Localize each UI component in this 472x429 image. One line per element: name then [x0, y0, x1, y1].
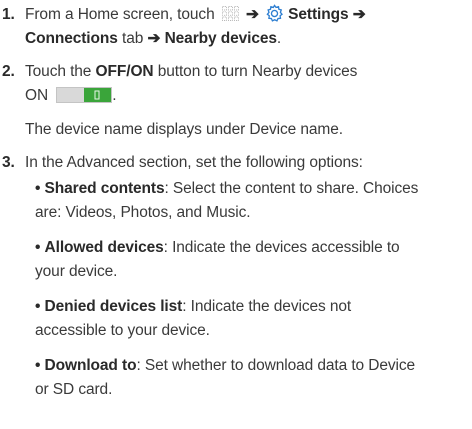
bullet-icon: •: [35, 239, 41, 256]
nearby-devices-label: Nearby devices: [164, 30, 277, 47]
option-download-to: • Download to: Set whether to download d…: [35, 354, 472, 402]
off-on-label: OFF/ON: [95, 63, 154, 80]
option-desc: : Select the content to share. Choices: [164, 180, 419, 197]
option-desc: : Set whether to download data to Device: [136, 357, 416, 374]
arrow-icon: ➔: [246, 6, 259, 23]
step-text: From a Home screen, touch: [25, 6, 215, 23]
period: .: [276, 30, 282, 47]
step-text: In the Advanced section, set the followi…: [25, 154, 363, 171]
option-denied-devices-list: • Denied devices list: Indicate the devi…: [35, 295, 472, 343]
option-desc: : Indicate the devices not: [182, 298, 352, 315]
step-number: 3.: [2, 154, 15, 171]
option-desc: : Indicate the devices accessible to: [163, 239, 400, 256]
step-number: 2.: [2, 63, 15, 80]
option-desc: are: Videos, Photos, and Music.: [35, 204, 251, 221]
on-word: ON: [25, 87, 49, 104]
option-desc: or SD card.: [35, 381, 113, 398]
option-term: Shared contents: [44, 180, 165, 197]
arrow-icon: ➔: [147, 30, 161, 47]
connections-tab-label: Connections: [25, 30, 118, 47]
option-term: Allowed devices: [44, 239, 164, 256]
step-text: button to turn Nearby devices: [157, 63, 358, 80]
gear-icon: [265, 4, 284, 23]
apps-icon: [221, 5, 239, 21]
arrow-icon: ➔: [352, 6, 366, 23]
settings-label: Settings: [288, 6, 349, 23]
toggle-on-icon: [56, 87, 113, 103]
step-number: 1.: [2, 6, 15, 23]
option-desc: accessible to your device.: [35, 322, 210, 339]
bullet-icon: •: [35, 180, 41, 197]
tab-word: tab: [121, 30, 144, 47]
step-note: The device name displays under Device na…: [25, 121, 343, 138]
option-term: Download to: [44, 357, 137, 374]
instruction-document: 1. From a Home screen, touch ➔ Settings …: [0, 0, 472, 429]
option-term: Denied devices list: [44, 298, 183, 315]
bullet-icon: •: [35, 357, 41, 374]
option-shared-contents: • Shared contents: Select the content to…: [35, 177, 472, 225]
option-desc: your device.: [35, 263, 118, 280]
bullet-icon: •: [35, 298, 41, 315]
step-text: Touch the: [25, 63, 92, 80]
option-allowed-devices: • Allowed devices: Indicate the devices …: [35, 236, 472, 284]
period: .: [112, 87, 117, 104]
